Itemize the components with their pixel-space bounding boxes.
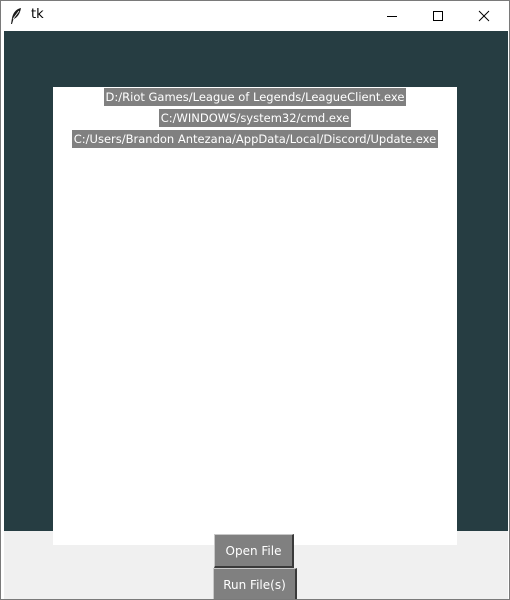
feather-icon bbox=[9, 7, 23, 25]
file-label: C:/Users/Brandon Antezana/AppData/Local/… bbox=[71, 130, 439, 148]
close-button[interactable] bbox=[461, 1, 507, 31]
maximize-button[interactable] bbox=[415, 1, 461, 31]
file-list: D:/Riot Games/League of Legends/LeagueCl… bbox=[53, 87, 457, 151]
app-window: tk D:/Riot Games/League of Legends/Leagu… bbox=[0, 0, 510, 600]
minimize-icon bbox=[386, 7, 398, 26]
file-label: D:/Riot Games/League of Legends/LeagueCl… bbox=[103, 88, 407, 106]
file-list-frame: D:/Riot Games/League of Legends/LeagueCl… bbox=[53, 87, 457, 545]
title-bar[interactable]: tk bbox=[1, 1, 509, 31]
open-file-button[interactable]: Open File bbox=[214, 534, 294, 568]
close-icon bbox=[478, 7, 490, 26]
run-files-button[interactable]: Run File(s) bbox=[213, 568, 297, 599]
window-title: tk bbox=[31, 7, 44, 22]
maximize-icon bbox=[432, 7, 444, 26]
minimize-button[interactable] bbox=[369, 1, 415, 31]
file-label: C:/WINDOWS/system32/cmd.exe bbox=[158, 109, 352, 127]
